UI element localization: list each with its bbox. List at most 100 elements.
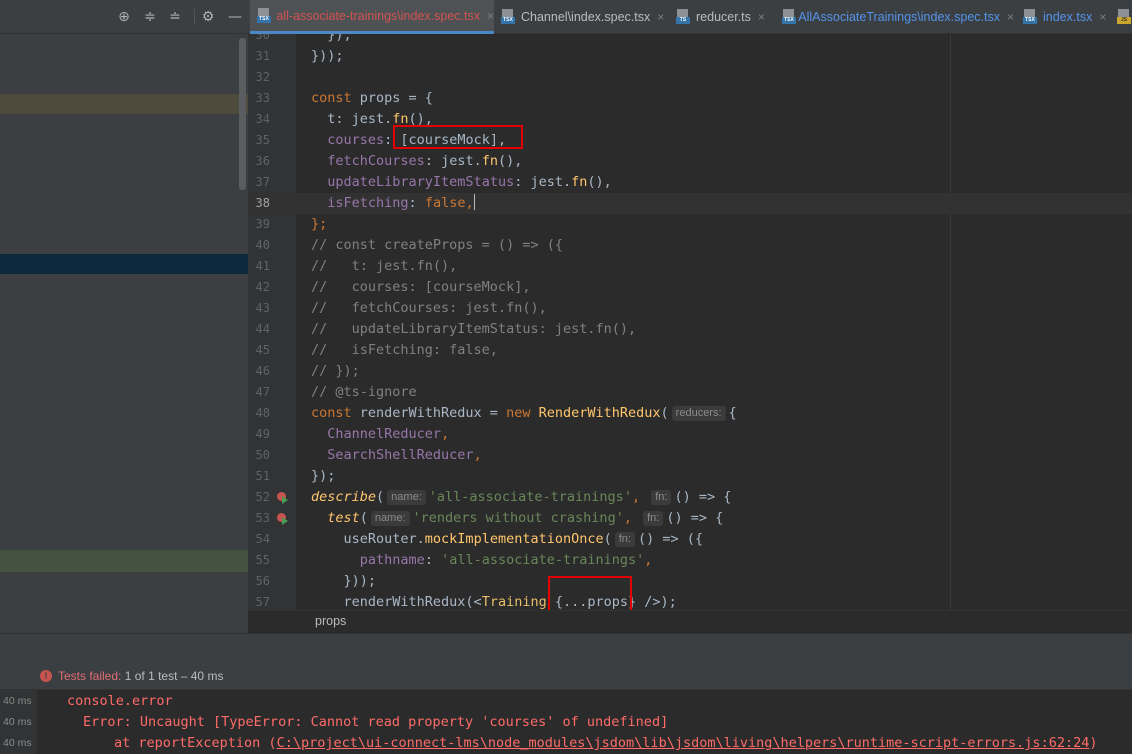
code-token: })); bbox=[311, 48, 344, 64]
code-line[interactable]: 48 const renderWithRedux = new RenderWith… bbox=[248, 403, 1132, 424]
run-test-icon[interactable] bbox=[277, 513, 288, 525]
close-icon[interactable]: × bbox=[487, 9, 494, 23]
code-token: ( bbox=[660, 405, 669, 421]
code-line[interactable]: 38 isFetching: false, bbox=[248, 193, 1132, 214]
code-line[interactable]: 45 // isFetching: false, bbox=[248, 340, 1132, 361]
line-number: 44 bbox=[255, 322, 270, 336]
editor-tab[interactable]: TSX Channel\index.spec.tsx × bbox=[494, 0, 666, 34]
code-editor[interactable]: 30 }); 31})); 32 33 const props = {34 t: jes… bbox=[248, 34, 1132, 610]
code-token: }; bbox=[311, 216, 328, 232]
parameter-hint: fn: bbox=[643, 511, 664, 526]
stack-trace-link[interactable]: C:\project\ui-connect-lms\node_modules\j… bbox=[277, 735, 1090, 751]
code-token: // }); bbox=[311, 363, 360, 379]
code-token: // @ts-ignore bbox=[311, 384, 417, 400]
editor-tab[interactable]: TSX AllAssociateTrainings\index.spec.tsx × bbox=[775, 0, 1014, 34]
code-line[interactable]: 57 renderWithRedux(<Training {...props} … bbox=[248, 592, 1132, 610]
code-token: false bbox=[424, 195, 466, 211]
code-line[interactable]: 52 describe(name:'all-associate-trainings… bbox=[248, 487, 1132, 508]
code-line[interactable]: 31})); bbox=[248, 46, 1132, 67]
code-token: // const createProps = () => ({ bbox=[311, 237, 563, 253]
code-line[interactable]: 50 SearchShellReducer, bbox=[248, 445, 1132, 466]
code-line[interactable]: 32 bbox=[248, 67, 1132, 88]
code-token: , bbox=[465, 195, 474, 211]
close-icon[interactable]: × bbox=[657, 10, 664, 24]
line-number: 47 bbox=[255, 385, 270, 399]
console-line: Error: Uncaught [TypeError: Cannot read … bbox=[83, 714, 669, 730]
code-token: () => { bbox=[666, 510, 724, 526]
code-line[interactable]: 54 useRouter.mockImplementationOnce(fn:(… bbox=[248, 529, 1132, 550]
code-line[interactable]: 36 fetchCourses: jest.fn(), bbox=[248, 151, 1132, 172]
tsx-file-icon: TSX bbox=[501, 9, 515, 25]
code-token: fn bbox=[481, 153, 498, 169]
code-token: 'all-associate-trainings' bbox=[441, 552, 645, 568]
project-scrollbar[interactable] bbox=[239, 38, 246, 190]
code-token: // isFetching: false, bbox=[311, 342, 498, 358]
code-line[interactable]: 40 // const createProps = () => ({ bbox=[248, 235, 1132, 256]
code-line[interactable]: 55 pathname: 'all-associate-trainings', bbox=[248, 550, 1132, 571]
text-caret bbox=[473, 194, 475, 210]
breadcrumb-bar: props bbox=[248, 610, 1132, 633]
project-tree-row-highlight[interactable] bbox=[0, 94, 248, 114]
minimize-icon[interactable]: — bbox=[226, 8, 244, 26]
code-token: fn bbox=[571, 174, 588, 190]
line-number: 39 bbox=[255, 217, 270, 231]
code-token: ( bbox=[376, 489, 385, 505]
line-number: 53 bbox=[255, 511, 270, 525]
code-token: new bbox=[506, 405, 531, 421]
code-line[interactable]: 39}; bbox=[248, 214, 1132, 235]
timing-label: 40 ms bbox=[3, 737, 32, 749]
code-line[interactable]: 34 t: jest.fn(), bbox=[248, 109, 1132, 130]
close-icon[interactable]: × bbox=[758, 10, 765, 24]
code-line[interactable]: 44 // updateLibraryItemStatus: jest.fn(), bbox=[248, 319, 1132, 340]
code-line[interactable]: 37 updateLibraryItemStatus: jest.fn(), bbox=[248, 172, 1132, 193]
run-panel-divider[interactable] bbox=[0, 633, 1132, 662]
code-line[interactable]: 49 ChannelReducer, bbox=[248, 424, 1132, 445]
code-token: , bbox=[623, 510, 632, 526]
project-tree-row-changed[interactable] bbox=[0, 550, 248, 572]
breadcrumb[interactable]: props bbox=[315, 614, 346, 628]
gear-icon[interactable]: ⚙ bbox=[199, 8, 217, 26]
line-number: 37 bbox=[255, 175, 270, 189]
code-token: // t: jest.fn(), bbox=[311, 258, 458, 274]
code-token: test bbox=[327, 510, 360, 526]
code-line[interactable]: 46 // }); bbox=[248, 361, 1132, 382]
close-icon[interactable]: × bbox=[1007, 10, 1014, 24]
code-line[interactable]: 30 }); bbox=[248, 34, 1132, 46]
code-text: // updateLibraryItemStatus: jest.fn(), bbox=[311, 319, 636, 340]
project-panel: ⊕ ≑ ≐ ⚙ — bbox=[0, 0, 248, 633]
code-line[interactable]: 41 // t: jest.fn(), bbox=[248, 256, 1132, 277]
code-line[interactable]: 56 })); bbox=[248, 571, 1132, 592]
tab-label: all-associate-trainings\index.spec.tsx bbox=[276, 8, 480, 23]
code-text: }); bbox=[311, 34, 352, 46]
line-number: 31 bbox=[255, 49, 270, 63]
run-console[interactable]: 40 ms 40 ms 40 ms console.error Error: U… bbox=[0, 690, 1132, 754]
close-icon[interactable]: × bbox=[1099, 10, 1106, 24]
code-line[interactable]: 47 // @ts-ignore bbox=[248, 382, 1132, 403]
run-test-icon[interactable] bbox=[277, 492, 288, 504]
code-token: }); bbox=[311, 34, 352, 43]
code-line[interactable]: 53 test(name:'renders without crashing',… bbox=[248, 508, 1132, 529]
code-line[interactable]: 35 courses: [courseMock], bbox=[248, 130, 1132, 151]
editor-tab[interactable]: TSX all-associate-trainings\index.spec.ts… bbox=[250, 0, 494, 34]
editor-tab[interactable]: JS bbox=[1110, 0, 1132, 34]
editor-tab[interactable]: TSX index.tsx × bbox=[1016, 0, 1108, 34]
code-line[interactable]: 42 // courses: [courseMock], bbox=[248, 277, 1132, 298]
run-timing-gutter: 40 ms 40 ms 40 ms bbox=[0, 690, 37, 754]
code-text: isFetching: false, bbox=[311, 193, 475, 214]
crosshair-icon[interactable]: ⊕ bbox=[115, 8, 133, 26]
expand-all-icon[interactable]: ≑ bbox=[141, 8, 159, 26]
code-line[interactable]: 43 // fetchCourses: jest.fn(), bbox=[248, 298, 1132, 319]
collapse-all-icon[interactable]: ≐ bbox=[166, 8, 184, 26]
line-number: 54 bbox=[255, 532, 270, 546]
editor-tab[interactable]: TS reducer.ts × bbox=[669, 0, 773, 34]
code-token: : bbox=[424, 552, 442, 568]
project-tree-row-selected[interactable] bbox=[0, 254, 248, 274]
js-file-icon: JS bbox=[1117, 9, 1131, 25]
code-line[interactable]: 33 const props = { bbox=[248, 88, 1132, 109]
code-token: mockImplementationOnce bbox=[424, 531, 604, 547]
code-line[interactable]: 51}); bbox=[248, 466, 1132, 487]
